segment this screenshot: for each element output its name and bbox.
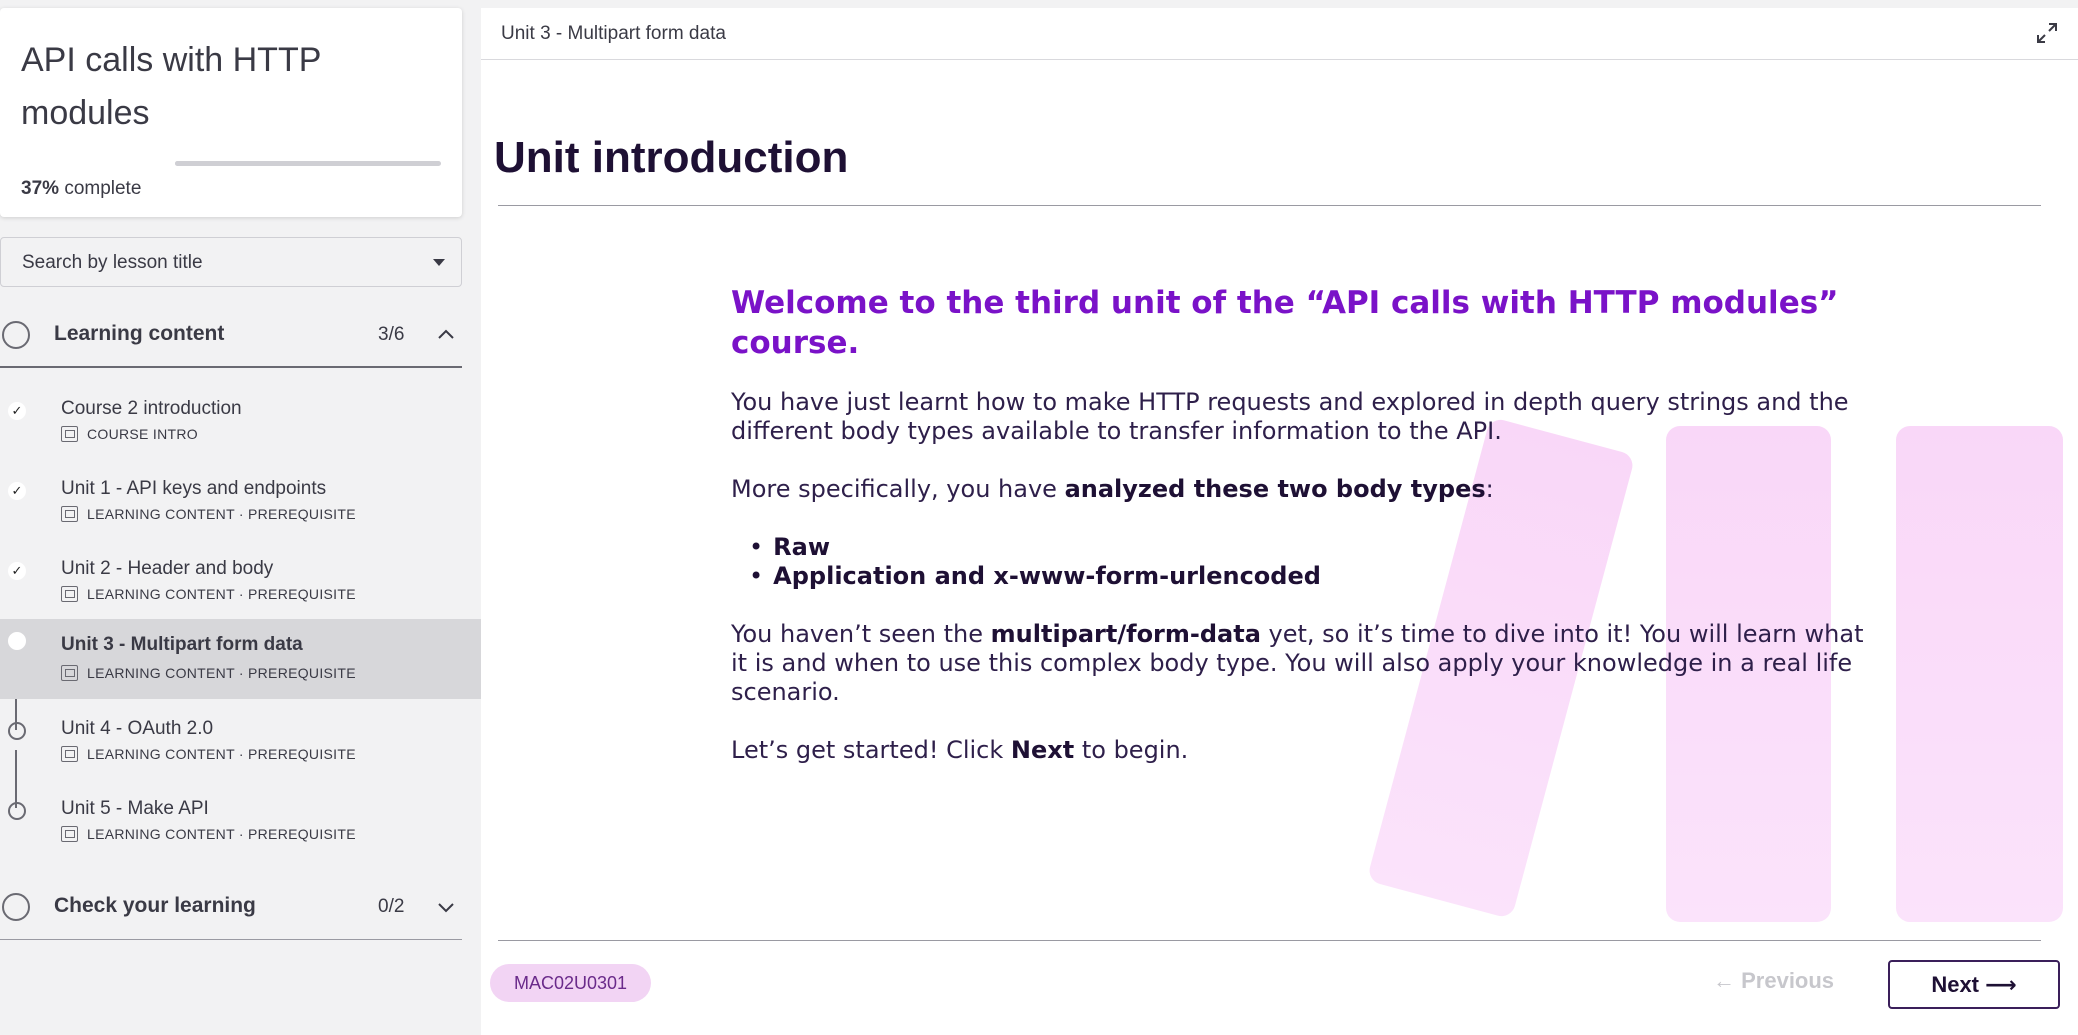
lesson-title: Unit 5 - Make API [61, 798, 209, 819]
text-span: You haven’t seen the [731, 620, 991, 648]
empty-circle-icon [8, 722, 26, 740]
section-learning-content[interactable]: Learning content 3/6 [0, 304, 462, 368]
get-started-paragraph: Let’s get started! Click Next to begin. [731, 736, 1881, 765]
course-sidebar: API calls with HTTP modules 37% complete… [0, 0, 481, 1035]
lesson-meta: LEARNING CONTENT · PREREQUISITE [61, 746, 356, 762]
topbar-title: Unit 3 - Multipart form data [501, 23, 726, 44]
check-icon: ✓ [8, 402, 26, 420]
heading-divider [498, 205, 2041, 206]
section-progress-circle-icon [2, 321, 30, 349]
next-button[interactable]: Next ⟶ [1888, 960, 2060, 1009]
bold-span: multipart/form-data [990, 620, 1261, 648]
slides-icon [61, 506, 78, 522]
document-icon [61, 426, 78, 442]
welcome-heading: Welcome to the third unit of the “API ca… [731, 285, 1839, 361]
lesson-meta-text: LEARNING CONTENT · PREREQUISITE [87, 746, 356, 762]
section-title: Learning content [54, 322, 225, 345]
decorative-shape [1896, 426, 2063, 922]
lesson-item-unit-2[interactable]: ✓ Unit 2 - Header and body LEARNING CONT… [0, 546, 481, 626]
course-card: API calls with HTTP modules 37% complete [0, 8, 462, 217]
lesson-title: Unit 2 - Header and body [61, 558, 274, 579]
section-count: 3/6 [378, 324, 405, 345]
lesson-search-select[interactable]: Search by lesson title [0, 237, 462, 287]
section-check-your-learning[interactable]: Check your learning 0/2 [0, 876, 462, 940]
lesson-item-unit-1[interactable]: ✓ Unit 1 - API keys and endpoints LEARNI… [0, 466, 481, 546]
lesson-content: Welcome to the third unit of the “API ca… [731, 283, 1881, 794]
chevron-down-icon[interactable] [436, 897, 456, 917]
lesson-meta: LEARNING CONTENT · PREREQUISITE [61, 586, 356, 602]
page-title: Unit introduction [494, 133, 849, 182]
caret-down-icon [433, 259, 445, 266]
lesson-code-badge: MAC02U0301 [490, 964, 651, 1002]
lesson-meta-text: COURSE INTRO [87, 426, 198, 442]
body-types-paragraph: More specifically, you have analyzed the… [731, 475, 1881, 504]
lesson-meta: COURSE INTRO [61, 426, 198, 442]
progress-fill [175, 161, 274, 166]
lesson-meta-text: LEARNING CONTENT · PREREQUISITE [87, 506, 356, 522]
section-progress-circle-icon [2, 893, 30, 921]
multipart-paragraph: You haven’t seen the multipart/form-data… [731, 620, 1881, 707]
lesson-title: Unit 4 - OAuth 2.0 [61, 718, 214, 739]
search-placeholder: Search by lesson title [22, 252, 203, 273]
lesson-item-unit-3[interactable]: Unit 3 - Multipart form data LEARNING CO… [0, 619, 481, 699]
bold-span: Next [1010, 736, 1075, 764]
text-span: : [1485, 475, 1494, 503]
lesson-meta-text: LEARNING CONTENT · PREREQUISITE [87, 826, 356, 842]
lesson-meta-text: LEARNING CONTENT · PREREQUISITE [87, 665, 356, 681]
slides-icon [61, 665, 78, 681]
lesson-title: Unit 3 - Multipart form data [61, 634, 303, 655]
list-item: Application and x-www-form-urlencoded [769, 562, 1881, 591]
text-span: More specifically, you have [731, 475, 1065, 503]
lesson-meta: LEARNING CONTENT · PREREQUISITE [61, 665, 356, 681]
intro-paragraph: You have just learnt how to make HTTP re… [731, 388, 1849, 445]
check-icon: ✓ [8, 562, 26, 580]
slides-icon [61, 746, 78, 762]
text-span: Let’s get started! Click [731, 736, 1011, 764]
lesson-topbar: Unit 3 - Multipart form data [481, 8, 2078, 60]
lesson-meta: LEARNING CONTENT · PREREQUISITE [61, 826, 356, 842]
previous-button[interactable]: ← Previous [1713, 968, 1834, 994]
footer-divider [498, 940, 2041, 941]
progress-bar [175, 161, 441, 166]
section-count: 0/2 [378, 896, 405, 917]
slides-icon [61, 586, 78, 602]
progress-text: 37% complete [21, 178, 141, 200]
check-icon: ✓ [8, 482, 26, 500]
slides-icon [61, 826, 78, 842]
lesson-item-unit-4[interactable]: Unit 4 - OAuth 2.0 LEARNING CONTENT · PR… [0, 706, 481, 786]
lesson-viewer: Unit 3 - Multipart form data Unit introd… [481, 8, 2078, 1035]
lesson-item-course-intro[interactable]: ✓ Course 2 introduction COURSE INTRO [0, 386, 481, 466]
lesson-meta: LEARNING CONTENT · PREREQUISITE [61, 506, 356, 522]
bold-span: analyzed these two body types [1064, 475, 1486, 503]
chevron-up-icon[interactable] [436, 325, 456, 345]
progress-suffix: complete [64, 178, 142, 199]
lesson-meta-text: LEARNING CONTENT · PREREQUISITE [87, 586, 356, 602]
lesson-title: Unit 1 - API keys and endpoints [61, 478, 327, 499]
list-item: Raw [769, 533, 1881, 562]
lesson-item-unit-5[interactable]: Unit 5 - Make API LEARNING CONTENT · PRE… [0, 786, 481, 866]
lesson-title: Course 2 introduction [61, 398, 242, 419]
current-dot-icon [8, 632, 26, 650]
course-title: API calls with HTTP modules [21, 41, 321, 132]
body-types-list: Raw Application and x-www-form-urlencode… [769, 533, 1881, 591]
empty-circle-icon [8, 802, 26, 820]
section-title: Check your learning [54, 894, 256, 917]
expand-icon[interactable] [2036, 22, 2058, 44]
text-span: to begin. [1074, 736, 1189, 764]
progress-percent: 37% [21, 178, 60, 199]
